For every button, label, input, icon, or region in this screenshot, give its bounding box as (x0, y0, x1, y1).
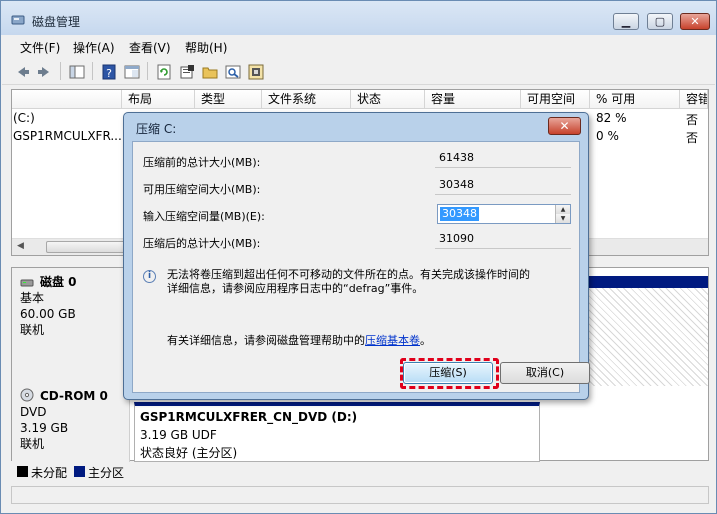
spin-down-icon[interactable]: ▼ (556, 214, 570, 223)
shrink-button[interactable]: 压缩(S) (403, 362, 493, 384)
cdrom-volume-name: GSP1RMCULXFRER_CN_DVD (D:) (140, 410, 358, 424)
shrink-amount-label: 输入压缩空间量(MB)(E): (143, 210, 265, 223)
properties-pane-icon[interactable] (122, 62, 140, 80)
toolbar-separator (147, 62, 148, 80)
more-info-text: 有关详细信息，请参阅磁盘管理帮助中的压缩基本卷。 (167, 334, 431, 347)
window-title: 磁盘管理 (32, 15, 81, 29)
shrink-basic-volume-link[interactable]: 压缩基本卷 (365, 334, 420, 347)
minimize-button[interactable]: ▁ (613, 13, 639, 30)
column-header-file-system[interactable]: 文件系统 (262, 90, 351, 109)
volume-name-c[interactable]: (C:) (13, 111, 35, 125)
menu-bar: 文件(F) 操作(A) 查看(V) 帮助(H) (2, 35, 715, 57)
column-header-fault-tolerance[interactable]: 容错 (680, 90, 708, 109)
menu-help[interactable]: 帮助(H) (185, 39, 227, 56)
hard-disk-icon (20, 279, 34, 287)
volume-fault-tolerance-d: 否 (686, 131, 699, 145)
disk-0-info[interactable]: 磁盘 0 基本 60.00 GB 联机 (12, 268, 130, 382)
info-icon: i (143, 270, 156, 283)
column-header-volume[interactable] (12, 90, 122, 109)
toolbar-separator (60, 62, 61, 80)
column-header-type[interactable]: 类型 (195, 90, 262, 109)
legend: 未分配 主分区 (11, 463, 709, 481)
explore-icon[interactable] (223, 62, 241, 80)
rescan-icon[interactable] (246, 62, 264, 80)
dialog-title: 压缩 C: (136, 122, 177, 136)
volume-pct-free-d: 0 % (596, 129, 619, 143)
cdrom-0-name: CD-ROM 0 (20, 388, 129, 404)
disk-0-size: 60.00 GB (20, 307, 76, 321)
column-header-capacity[interactable]: 容量 (425, 90, 521, 109)
total-size-after-value: 31090 (435, 231, 571, 249)
close-button[interactable]: ✕ (680, 13, 710, 30)
forward-icon[interactable] (35, 62, 53, 80)
cd-rom-icon (20, 388, 34, 402)
maximize-button[interactable]: ▢ (647, 13, 673, 30)
cdrom-0-size: 3.19 GB (20, 421, 69, 435)
show-hide-tree-icon[interactable] (67, 62, 85, 80)
legend-primary-swatch (74, 466, 85, 477)
legend-unallocated-swatch (17, 466, 28, 477)
open-icon[interactable] (200, 62, 218, 80)
shrink-amount-spinner[interactable]: ▲ ▼ (555, 205, 570, 223)
disk-0-name: 磁盘 0 (20, 274, 129, 290)
legend-primary-label: 主分区 (88, 466, 125, 480)
cdrom-0-type: DVD (20, 405, 47, 419)
disk-0-type: 基本 (20, 291, 45, 305)
info-text: 无法将卷压缩到超出任何不可移动的文件所在的点。有关完成该操作时间的 详细信息，请… (167, 268, 530, 295)
column-header-pct-free[interactable]: % 可用 (590, 90, 680, 109)
cdrom-volume-size: 3.19 GB UDF (140, 428, 217, 442)
cancel-button[interactable]: 取消(C) (500, 362, 590, 384)
volume-pct-free-c: 82 % (596, 111, 627, 125)
legend-unallocated-label: 未分配 (31, 466, 68, 480)
disk-0-status: 联机 (20, 323, 45, 337)
total-size-before-value: 61438 (435, 150, 571, 168)
shrink-dialog: 压缩 C: ✕ 压缩前的总计大小(MB): 61438 可用压缩空间大小(MB)… (123, 112, 590, 400)
shrink-amount-input[interactable]: 30348 ▲ ▼ (437, 204, 571, 224)
dialog-body: 压缩前的总计大小(MB): 61438 可用压缩空间大小(MB): 30348 … (132, 141, 590, 393)
help-icon[interactable]: ? (99, 62, 117, 80)
total-size-before-label: 压缩前的总计大小(MB): (143, 156, 261, 169)
volume-fault-tolerance-c: 否 (686, 113, 699, 127)
title-bar[interactable]: 磁盘管理 ▁ ▢ ✕ (1, 1, 716, 35)
dialog-close-button[interactable]: ✕ (548, 117, 581, 135)
scroll-left-icon[interactable]: ◀ (17, 241, 24, 251)
status-bar (11, 486, 709, 504)
svg-text:?: ? (106, 67, 112, 80)
refresh-icon[interactable] (154, 62, 172, 80)
cdrom-0-info[interactable]: CD-ROM 0 DVD 3.19 GB 联机 (12, 382, 130, 462)
column-header-status[interactable]: 状态 (351, 90, 425, 109)
total-size-after-label: 压缩后的总计大小(MB): (143, 237, 261, 250)
menu-action[interactable]: 操作(A) (73, 39, 115, 56)
available-shrink-label: 可用压缩空间大小(MB): (143, 183, 261, 196)
cdrom-volume-status: 状态良好 (主分区) (140, 446, 238, 460)
menu-file[interactable]: 文件(F) (20, 39, 60, 56)
shrink-amount-value[interactable]: 30348 (440, 207, 479, 221)
spin-up-icon[interactable]: ▲ (556, 205, 570, 214)
volume-name-d[interactable]: GSP1RMCULXFR... (13, 129, 122, 143)
menu-view[interactable]: 查看(V) (129, 39, 171, 56)
toolbar: ? (2, 57, 715, 85)
column-header-layout[interactable]: 布局 (122, 90, 195, 109)
cdrom-partition[interactable]: GSP1RMCULXFRER_CN_DVD (D:) 3.19 GB UDF 状… (134, 402, 540, 462)
back-icon[interactable] (12, 62, 30, 80)
column-header-free-space[interactable]: 可用空间 (521, 90, 590, 109)
disk-0-partition[interactable] (587, 276, 708, 386)
properties-icon[interactable] (177, 62, 195, 80)
toolbar-separator (92, 62, 93, 80)
available-shrink-value: 30348 (435, 177, 571, 195)
cdrom-0-status: 联机 (20, 437, 45, 451)
disk-management-icon (11, 15, 25, 25)
